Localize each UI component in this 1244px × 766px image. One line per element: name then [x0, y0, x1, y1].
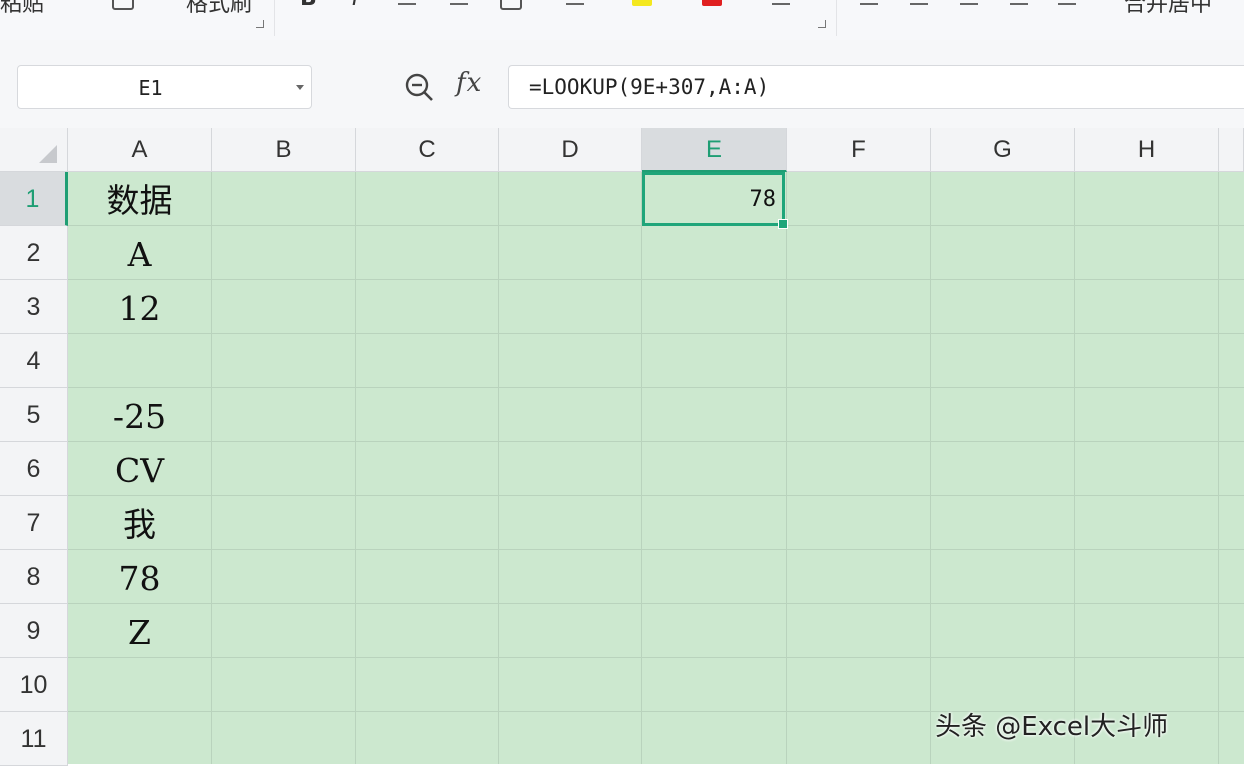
row-header-5[interactable]: 5 [0, 388, 68, 442]
align-bottom-icon[interactable] [960, 3, 978, 5]
ribbon-separator [836, 0, 837, 36]
fill-bucket-icon[interactable] [566, 3, 584, 5]
row-header-6[interactable]: 6 [0, 442, 68, 496]
column-header-e[interactable]: E [642, 128, 787, 172]
gridline [930, 172, 931, 764]
format-painter-button[interactable]: 格式刷 [186, 0, 252, 18]
row-header-7[interactable]: 7 [0, 496, 68, 550]
cell-e1-value: 78 [749, 187, 777, 212]
align-top-icon[interactable] [860, 3, 878, 5]
formula-text: =LOOKUP(9E+307,A:A) [529, 75, 770, 99]
ribbon-separator [274, 0, 275, 36]
clipboard-group-launcher[interactable] [256, 20, 264, 28]
cell-area[interactable]: 数据 A 12 -25 CV 我 78 Z 78 [68, 172, 1244, 764]
gridline [68, 549, 1244, 550]
gridline [355, 172, 356, 764]
column-header-a[interactable]: A [68, 128, 212, 172]
gridline [641, 172, 642, 764]
row-header-8[interactable]: 8 [0, 550, 68, 604]
name-box-dropdown-icon[interactable] [296, 85, 304, 90]
column-header-g[interactable]: G [931, 128, 1075, 172]
row-header-2[interactable]: 2 [0, 226, 68, 280]
font-color-a-icon[interactable] [450, 3, 468, 5]
gridline [68, 387, 1244, 388]
merge-center-button[interactable]: 合并居中 [1124, 0, 1212, 18]
fill-color-swatch[interactable] [632, 0, 652, 6]
row-header-4[interactable]: 4 [0, 334, 68, 388]
column-header-b[interactable]: B [212, 128, 356, 172]
gridline [1218, 172, 1219, 764]
gridline [786, 172, 787, 764]
row-header-11[interactable]: 11 [0, 712, 68, 766]
clear-format-icon[interactable] [772, 3, 790, 5]
gridline [68, 657, 1244, 658]
underline-icon[interactable] [398, 3, 416, 5]
column-header-d[interactable]: D [499, 128, 642, 172]
cell-a3[interactable]: 12 [68, 280, 211, 334]
formula-input[interactable]: =LOOKUP(9E+307,A:A) [508, 65, 1244, 109]
row-header-10[interactable]: 10 [0, 658, 68, 712]
row-header-3[interactable]: 3 [0, 280, 68, 334]
cell-a11[interactable] [68, 712, 211, 764]
gridline [1074, 172, 1075, 764]
cell-a4[interactable] [68, 334, 211, 388]
formula-bar-area: E1 fx =LOOKUP(9E+307,A:A) [0, 40, 1244, 128]
row-header-1[interactable]: 1 [0, 172, 68, 226]
italic-button[interactable]: I [352, 0, 359, 11]
cell-a6[interactable]: CV [68, 442, 211, 496]
insert-function-button[interactable]: fx [456, 68, 482, 98]
font-color-swatch[interactable] [702, 0, 722, 6]
column-header-i-partial[interactable] [1219, 128, 1244, 172]
select-all-triangle-icon [39, 145, 57, 163]
cell-a5[interactable]: -25 [68, 388, 211, 442]
gridline [211, 172, 212, 764]
spreadsheet-grid: A B C D E F G H 1 2 3 4 5 6 7 8 9 10 11 … [0, 128, 1244, 766]
cell-a2[interactable]: A [68, 226, 211, 280]
ribbon-toolbar: 粘贴 格式刷 B I 合并居中 [0, 0, 1244, 41]
watermark: 头条 @Excel大斗师 [935, 712, 1169, 742]
cell-a7[interactable]: 我 [68, 496, 211, 550]
cell-e1-selected[interactable]: 78 [642, 172, 788, 229]
cell-a9[interactable]: Z [68, 604, 211, 658]
align-middle-icon[interactable] [910, 3, 928, 5]
column-header-h[interactable]: H [1075, 128, 1219, 172]
cell-a1[interactable]: 数据 [68, 172, 211, 226]
paste-button[interactable]: 粘贴 [0, 0, 44, 18]
cell-a8[interactable]: 78 [68, 550, 211, 604]
gridline [68, 279, 1244, 280]
gridline [68, 495, 1244, 496]
row-header-9[interactable]: 9 [0, 604, 68, 658]
name-box[interactable]: E1 [17, 65, 312, 109]
gridline [68, 603, 1244, 604]
select-all-button[interactable] [0, 128, 68, 172]
name-box-value: E1 [138, 76, 163, 100]
wrap-text-icon[interactable] [1058, 3, 1076, 5]
gridline [498, 172, 499, 764]
cell-a10[interactable] [68, 658, 211, 712]
border-icon[interactable] [500, 0, 522, 10]
zoom-icon[interactable] [404, 72, 434, 102]
gridline [68, 333, 1244, 334]
column-header-c[interactable]: C [356, 128, 499, 172]
gridline [68, 441, 1244, 442]
format-painter-icon[interactable] [112, 0, 134, 10]
fill-handle[interactable] [778, 219, 788, 229]
align-left-icon[interactable] [1010, 3, 1028, 5]
column-header-f[interactable]: F [787, 128, 931, 172]
bold-button[interactable]: B [300, 0, 317, 11]
font-group-launcher[interactable] [818, 20, 826, 28]
